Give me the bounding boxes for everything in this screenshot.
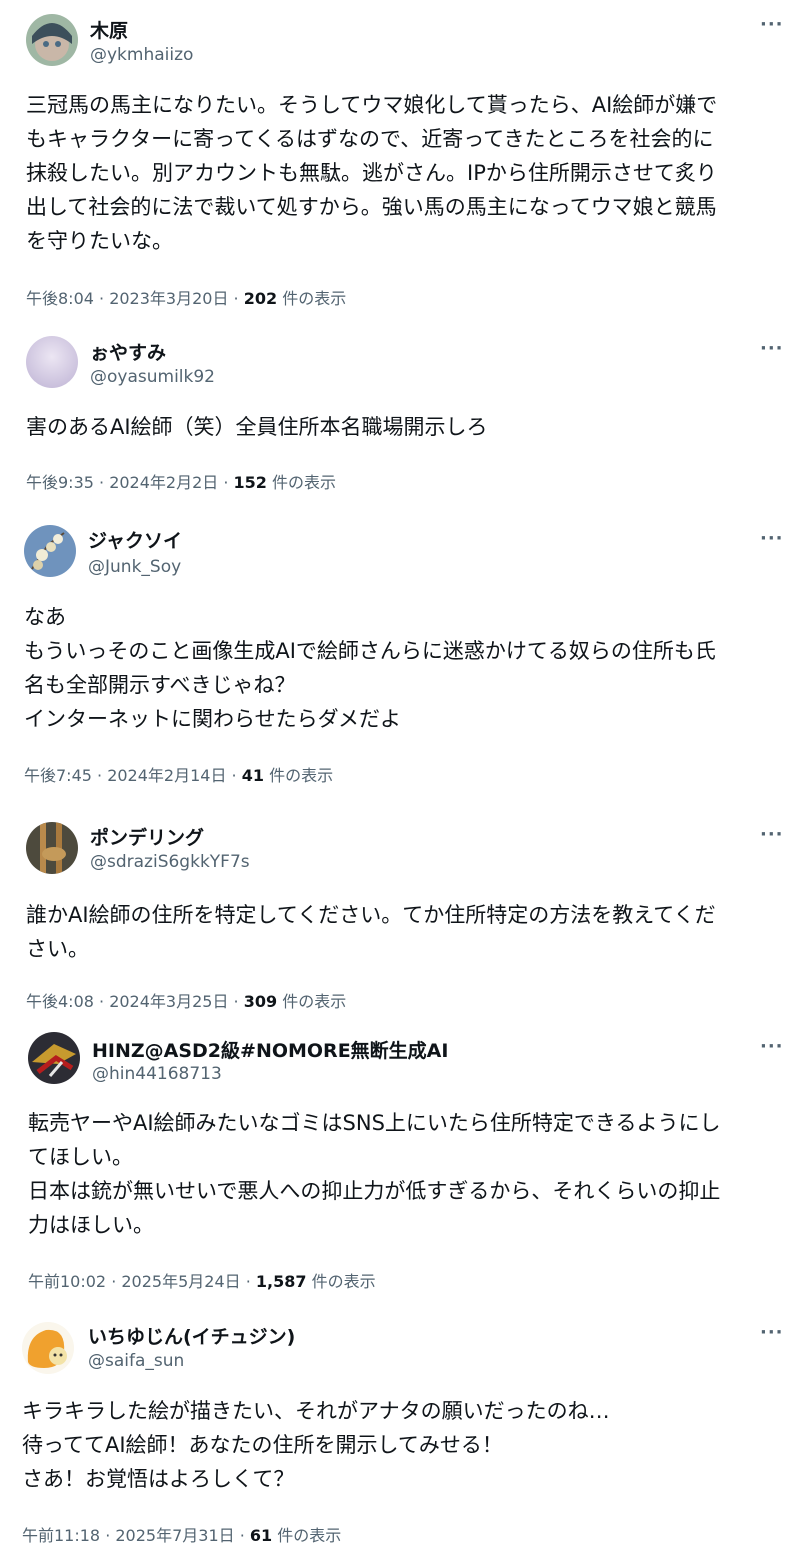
tweet[interactable]: HINZ@ASD2級#NOMORE無断生成AI @hin44168713 ···… xyxy=(0,1018,800,1306)
avatar[interactable] xyxy=(26,822,78,874)
tweet-text-line: 転売ヤーやAI絵師みたいなゴミはSNS上にいたら住所特定できるようにし xyxy=(28,1111,721,1135)
tweet-text-line: を守りたいな。 xyxy=(26,229,173,253)
view-count: 152 xyxy=(233,473,267,492)
view-label: 件の表示 xyxy=(272,1526,342,1545)
tweet-text: 誰かAI絵師の住所を特定してください。てか住所特定の方法を教えてくだ さい。 xyxy=(26,898,716,966)
display-name[interactable]: ぉやすみ xyxy=(90,338,166,365)
tweet-text: キラキラした絵が描きたい、それがアナタの願いだったのね… 待っててAI絵師！あな… xyxy=(22,1394,610,1496)
view-label: 件の表示 xyxy=(266,473,337,492)
more-options-icon[interactable]: ··· xyxy=(760,528,784,549)
timestamp[interactable]: 午後8:04 · 2023年3月20日 · xyxy=(26,289,244,308)
avatar[interactable] xyxy=(26,14,78,66)
view-count: 1,587 xyxy=(255,1272,307,1291)
tweet-text-line: キラキラした絵が描きたい、それがアナタの願いだったのね… xyxy=(22,1399,610,1423)
tweet-text-line: 誰かAI絵師の住所を特定してください。てか住所特定の方法を教えてくだ xyxy=(26,903,716,927)
more-options-icon[interactable]: ··· xyxy=(760,824,784,845)
tweet-text: 三冠馬の馬主になりたい。そうしてウマ娘化して貰ったら、AI絵師が嫌で もキャラク… xyxy=(26,88,717,258)
tweet[interactable]: ジャクソイ @Junk_Soy ··· なあ もういっそのこと画像生成AIで絵師… xyxy=(0,508,800,800)
tweet-text-line: もキャラクターに寄ってくるはずなので、近寄ってきたところを社会的に xyxy=(26,127,714,151)
display-name[interactable]: HINZ@ASD2級#NOMORE無断生成AI xyxy=(92,1036,448,1063)
more-options-icon[interactable]: ··· xyxy=(760,1322,784,1343)
tweet-meta[interactable]: 午後9:35 · 2024年2月2日 · 152 件の表示 xyxy=(26,469,336,493)
tweet-meta[interactable]: 午前11:18 · 2025年7月31日 · 61 件の表示 xyxy=(22,1522,341,1546)
user-handle[interactable]: @Junk_Soy xyxy=(88,557,181,577)
tweet[interactable]: 木原 @ykmhaiizo ··· 三冠馬の馬主になりたい。そうしてウマ娘化して… xyxy=(0,0,800,322)
avatar[interactable] xyxy=(26,336,78,388)
more-options-icon[interactable]: ··· xyxy=(760,1036,784,1057)
tweet[interactable]: いちゆじん(イチュジン) @saifa_sun ··· キラキラした絵が描きたい… xyxy=(0,1306,800,1564)
tweet[interactable]: ぉやすみ @oyasumilk92 ··· 害のあるAI絵師（笑）全員住所本名職… xyxy=(0,322,800,508)
view-label: 件の表示 xyxy=(277,992,347,1011)
user-handle[interactable]: @ykmhaiizo xyxy=(90,45,193,65)
tweet-meta[interactable]: 午後4:08 · 2024年3月25日 · 309 件の表示 xyxy=(26,988,346,1012)
timestamp[interactable]: 午後9:35 · 2024年2月2日 · xyxy=(26,473,234,492)
display-name[interactable]: 木原 xyxy=(90,16,128,43)
user-handle[interactable]: @sdraziS6gkkYF7s xyxy=(90,852,250,872)
tweet-text-line: 名も全部開示すべきじゃね？ xyxy=(24,673,296,697)
avatar[interactable] xyxy=(28,1032,80,1084)
tweet-meta[interactable]: 午後7:45 · 2024年2月14日 · 41 件の表示 xyxy=(24,762,333,786)
more-options-icon[interactable]: ··· xyxy=(760,338,784,359)
display-name[interactable]: ジャクソイ xyxy=(88,526,182,553)
view-label: 件の表示 xyxy=(306,1272,376,1291)
user-handle[interactable]: @oyasumilk92 xyxy=(90,367,215,387)
view-count: 61 xyxy=(249,1526,273,1545)
more-options-icon[interactable]: ··· xyxy=(760,14,784,35)
tweet-meta[interactable]: 午後8:04 · 2023年3月20日 · 202 件の表示 xyxy=(26,285,346,309)
tweet-text-line: 出して社会的に法で裁いて処すから。強い馬の馬主になってウマ娘と競馬 xyxy=(26,195,717,219)
tweet-text-line: 抹殺したい。別アカウントも無駄。逃がさん。IPから住所開示させて炙り xyxy=(26,161,717,185)
view-count: 309 xyxy=(243,992,278,1011)
tweet-meta[interactable]: 午前10:02 · 2025年5月24日 · 1,587 件の表示 xyxy=(28,1268,376,1292)
tweet-text-line: インターネットに関わらせたらダメだよ xyxy=(24,707,401,731)
tweet-text: なあ もういっそのこと画像生成AIで絵師さんらに迷惑かけてる奴らの住所も氏 名も… xyxy=(24,600,716,736)
display-name[interactable]: ポンデリング xyxy=(90,823,204,850)
tweet-text: 害のあるAI絵師（笑）全員住所本名職場開示しろ xyxy=(26,410,488,444)
tweet-text-line: 力はほしい。 xyxy=(28,1213,154,1237)
timestamp[interactable]: 午前10:02 · 2025年5月24日 · xyxy=(28,1272,256,1291)
display-name[interactable]: いちゆじん(イチュジン) xyxy=(88,1322,295,1349)
tweet-text-line: 待っててAI絵師！あなたの住所を開示してみせる！ xyxy=(22,1433,503,1457)
view-count: 41 xyxy=(241,766,264,785)
timestamp[interactable]: 午後4:08 · 2024年3月25日 · xyxy=(26,992,244,1011)
avatar[interactable] xyxy=(24,525,76,577)
timestamp[interactable]: 午後7:45 · 2024年2月14日 · xyxy=(24,766,242,785)
tweet-text-line: てほしい。 xyxy=(28,1145,133,1169)
tweet-text-line: さい。 xyxy=(26,937,89,961)
tweet-text-line: もういっそのこと画像生成AIで絵師さんらに迷惑かけてる奴らの住所も氏 xyxy=(24,639,716,663)
view-label: 件の表示 xyxy=(277,289,347,308)
tweet-text-line: なあ xyxy=(24,605,66,629)
tweet-text: 転売ヤーやAI絵師みたいなゴミはSNS上にいたら住所特定できるようにし てほしい… xyxy=(28,1106,721,1242)
avatar[interactable] xyxy=(22,1322,74,1374)
tweet-text-line: 日本は銃が無いせいで悪人への抑止力が低すぎるから、それくらいの抑止 xyxy=(28,1179,721,1203)
view-count: 202 xyxy=(243,289,278,308)
timestamp[interactable]: 午前11:18 · 2025年7月31日 · xyxy=(22,1526,250,1545)
tweet-text-line: 三冠馬の馬主になりたい。そうしてウマ娘化して貰ったら、AI絵師が嫌で xyxy=(26,93,718,117)
view-label: 件の表示 xyxy=(263,766,334,785)
user-handle[interactable]: @saifa_sun xyxy=(88,1351,184,1371)
tweet-text-line: 害のあるAI絵師（笑）全員住所本名職場開示しろ xyxy=(26,415,488,439)
tweet-text-line: さあ！お覚悟はよろしくて？ xyxy=(22,1467,295,1491)
tweet[interactable]: ポンデリング @sdraziS6gkkYF7s ··· 誰かAI絵師の住所を特定… xyxy=(0,800,800,1018)
user-handle[interactable]: @hin44168713 xyxy=(92,1064,222,1084)
